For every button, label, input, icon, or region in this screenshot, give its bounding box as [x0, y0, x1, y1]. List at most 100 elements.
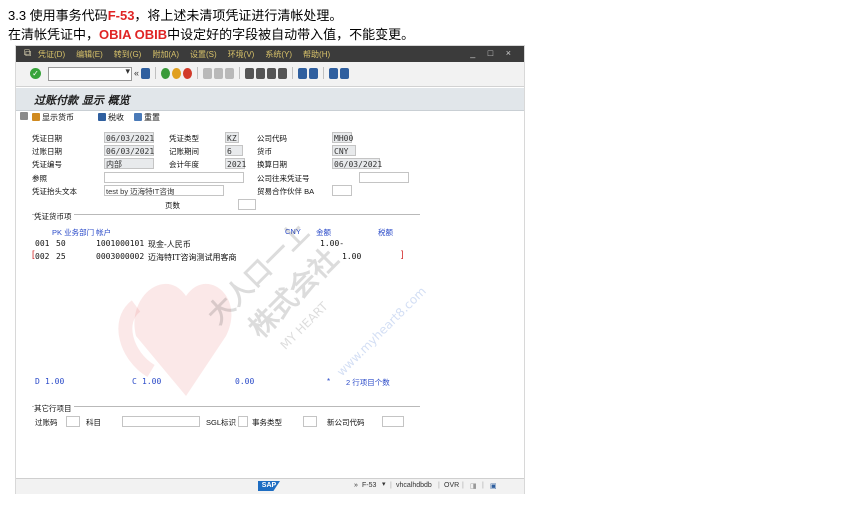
account-field[interactable]	[122, 416, 200, 427]
layout-menu-icon[interactable]	[340, 67, 350, 79]
chevron-down-icon[interactable]: ▾	[382, 480, 386, 488]
menu-environment[interactable]: 环境(V)	[228, 49, 255, 60]
application-toolbar: 显示货币 税收 重置	[16, 110, 524, 124]
status-server: vhcalhdbdb	[396, 482, 432, 489]
save-icon[interactable]	[141, 67, 151, 79]
reference-label: 参照	[32, 174, 47, 183]
doc-number-label: 凭证编号	[32, 160, 62, 169]
trans-type-field[interactable]	[303, 416, 317, 427]
cross-cc-label: 公司往来凭证号	[257, 174, 310, 183]
chevron-down-icon[interactable]: ▾	[125, 66, 130, 77]
status-mode[interactable]: OVR	[444, 482, 459, 489]
status-nav-icon[interactable]: »	[354, 482, 358, 489]
other-items-title: 其它行项目	[34, 403, 74, 414]
debit-total: 1.00	[45, 377, 65, 386]
doc-date-field: 06/03/2021	[104, 132, 155, 143]
posting-key-field[interactable]	[66, 416, 80, 427]
screen-title: 过账付款 显示 概览	[34, 94, 130, 107]
find-icon[interactable]	[214, 67, 224, 79]
status-layout-icon[interactable]: ◨	[470, 482, 477, 490]
tax-button[interactable]: 税收	[98, 112, 124, 123]
col-currency: CNY	[285, 227, 301, 236]
status-lock-icon[interactable]: ▣	[490, 482, 497, 490]
items-section-title: 凭证货币项	[34, 211, 74, 222]
intro-line-2: 在清帐凭证中，OBIA OBIB中设定好的字段被自动带入值，不能变更。	[8, 27, 415, 42]
new-cc-field[interactable]	[382, 416, 404, 427]
menu-help[interactable]: 帮助(H)	[303, 49, 330, 60]
intro-text: 3.3 使用事务代码F-53，将上述未清项凭证进行清帐处理。 在清帐凭证中，OB…	[8, 6, 414, 44]
credit-total: 1.00	[142, 377, 162, 386]
status-tcode[interactable]: F-53	[362, 482, 376, 489]
menu-bar: ⧉ 凭证(D) 编辑(E) 转到(G) 附加(A) 设置(S) 环境(V) 系统…	[16, 46, 524, 62]
doc-type-label: 凭证类型	[169, 134, 199, 143]
sap-window: ⧉ 凭证(D) 编辑(E) 转到(G) 附加(A) 设置(S) 环境(V) 系统…	[16, 46, 524, 494]
posting-date-label: 过账日期	[32, 147, 62, 156]
new-session-icon[interactable]	[298, 67, 308, 79]
nav-prev-icon[interactable]: «	[134, 68, 139, 78]
pages-field[interactable]	[238, 199, 256, 210]
currency-label: 货币	[257, 147, 272, 156]
menu-edit[interactable]: 编辑(E)	[76, 49, 103, 60]
window-menu-icon[interactable]: ⧉	[24, 48, 31, 59]
help-icon[interactable]	[329, 67, 339, 79]
overview-icon	[20, 112, 28, 120]
currency-icon	[32, 113, 40, 121]
company-code-field: MH00	[332, 132, 354, 143]
col-pk-dept-account: PK 业务部门 帐户	[52, 228, 112, 237]
fiscal-year-field: 2021	[225, 158, 247, 169]
status-bar: SAP » F-53 ▾ | vhcalhdbdb | OVR | ◨ | ▣	[16, 478, 524, 494]
balance: 0.00	[235, 377, 255, 386]
menu-settings[interactable]: 设置(S)	[190, 49, 217, 60]
standard-toolbar: ✓ ▾ «	[16, 62, 524, 87]
back-icon[interactable]	[161, 67, 171, 79]
trading-partner-field[interactable]	[332, 185, 352, 196]
company-code-label: 公司代码	[257, 134, 287, 143]
cancel-icon[interactable]	[183, 67, 193, 79]
first-page-icon[interactable]	[245, 67, 255, 79]
doc-type-field: KZ	[225, 132, 239, 143]
print-icon[interactable]	[203, 67, 213, 79]
menu-system[interactable]: 系统(Y)	[265, 49, 292, 60]
header-text-field[interactable]: test by 迈海特IT咨询	[104, 185, 224, 196]
shortcut-icon[interactable]	[309, 67, 319, 79]
sgl-field[interactable]	[238, 416, 248, 427]
menu-document[interactable]: 凭证(D)	[38, 49, 65, 60]
config-highlight: OBIA OBIB	[99, 27, 168, 42]
trans-type-label: 事务类型	[252, 418, 282, 427]
show-currency-button[interactable]: 显示货币	[32, 112, 74, 123]
pages-label: 页数	[165, 201, 180, 210]
next-page-icon[interactable]	[267, 67, 277, 79]
items-section	[32, 214, 420, 403]
overview-button[interactable]	[20, 112, 30, 121]
row-marker-right: ]	[401, 249, 404, 259]
currency-field: CNY	[332, 145, 356, 156]
exit-icon[interactable]	[172, 67, 182, 79]
tcode-highlight: F-53	[107, 8, 135, 23]
intro-line-1: 3.3 使用事务代码F-53，将上述未清项凭证进行清帐处理。	[8, 8, 343, 23]
cross-cc-field[interactable]	[359, 172, 409, 183]
translation-date-label: 换算日期	[257, 160, 287, 169]
menu-extras[interactable]: 附加(A)	[152, 49, 179, 60]
fiscal-year-label: 会计年度	[169, 160, 199, 169]
enter-icon[interactable]: ✓	[30, 68, 41, 79]
line-item-count: 2 行项目个数	[346, 378, 390, 387]
tax-icon	[98, 113, 106, 121]
menu-goto[interactable]: 转到(G)	[114, 49, 142, 60]
last-page-icon[interactable]	[278, 67, 288, 79]
sap-logo: SAP	[258, 481, 280, 491]
reset-icon	[134, 113, 142, 121]
doc-date-label: 凭证日期	[32, 134, 62, 143]
command-field[interactable]: ▾	[48, 66, 132, 81]
window-controls[interactable]: _ □ ×	[470, 48, 516, 58]
account-label: 科目	[86, 418, 101, 427]
reference-field[interactable]	[104, 172, 244, 183]
doc-number-field: 内部	[104, 158, 154, 169]
period-label: 记账期间	[169, 147, 199, 156]
translation-date-field: 06/03/2021	[332, 158, 383, 169]
trading-partner-label: 贸易合作伙伴 BA	[257, 187, 315, 196]
reset-button[interactable]: 重置	[134, 112, 160, 123]
header-text-label: 凭证抬头文本	[32, 187, 77, 196]
find-next-icon[interactable]	[225, 67, 235, 79]
prev-page-icon[interactable]	[256, 67, 266, 79]
posting-key-label: 过账码	[35, 418, 58, 427]
